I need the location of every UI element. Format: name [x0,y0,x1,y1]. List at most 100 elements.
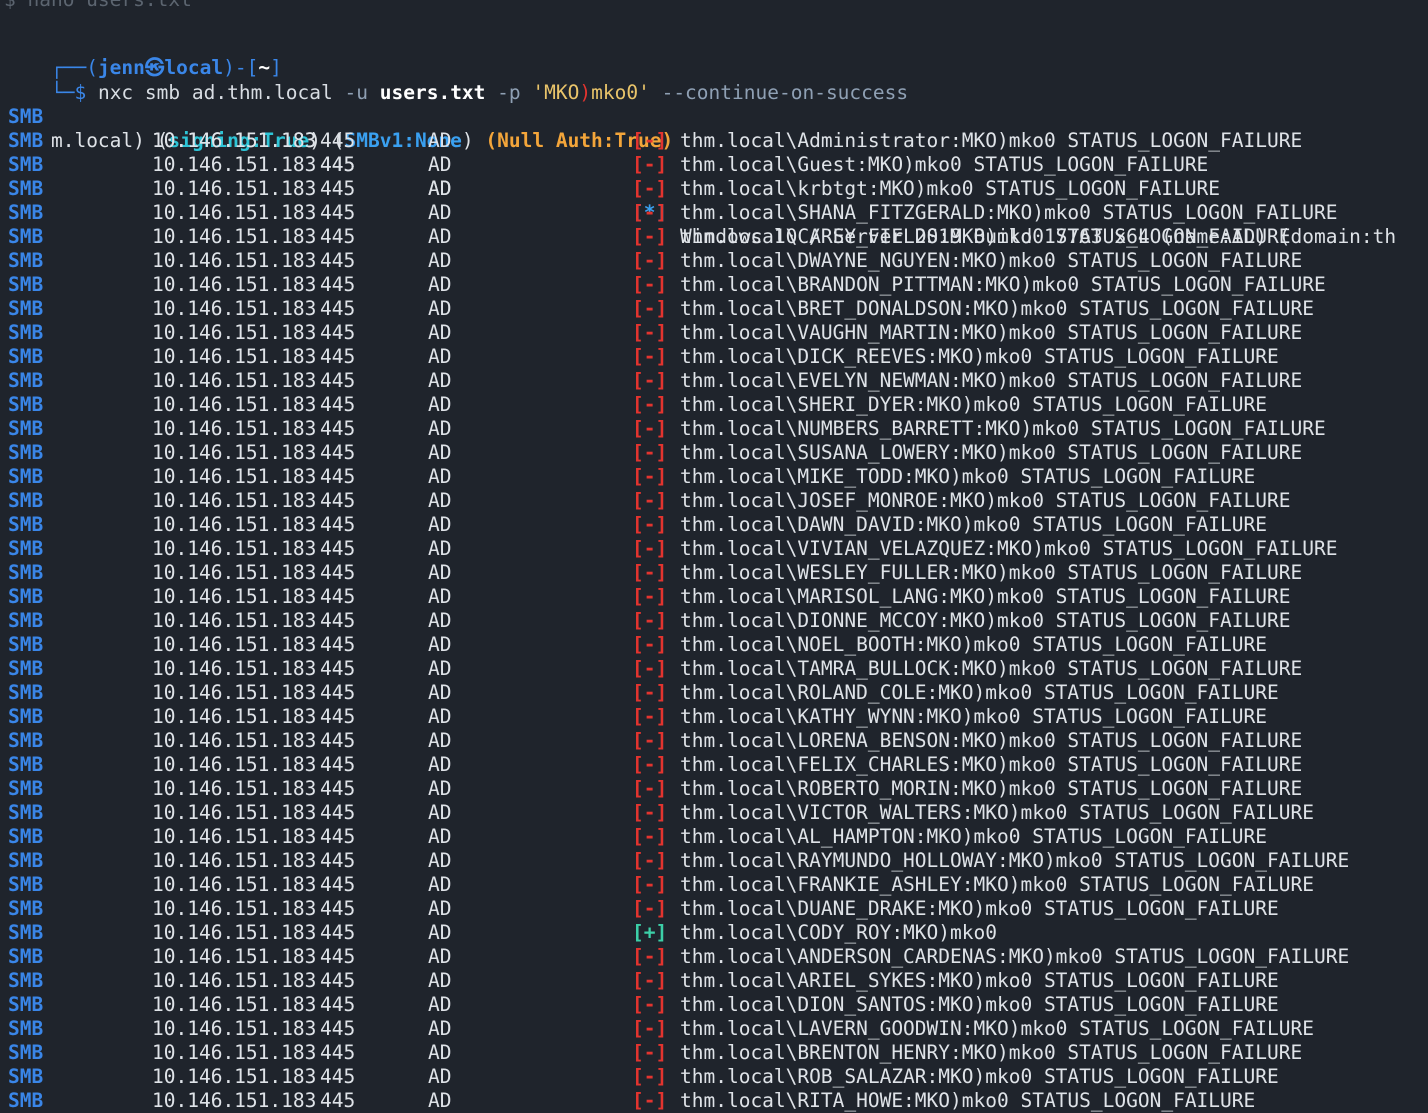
row-ip: 10.146.151.183 [152,729,317,752]
row-message: thm.local\SHANA_FITZGERALD:MKO)mko0 STAT… [680,201,1338,224]
row-message: thm.local\NOEL_BOOTH:MKO)mko0 STATUS_LOG… [680,633,1267,656]
row-protocol: SMB [8,1017,44,1040]
row-message: thm.local\FELIX_CHARLES:MKO)mko0 STATUS_… [680,753,1303,776]
failure-status-marker: [-] [632,585,668,608]
row-host: AD [428,129,452,152]
result-row: SMB 10.146.151.183 445 AD [-] thm.local\KATHY… [4,705,1428,729]
result-row: SMB 10.146.151.183 445 AD [-] thm.local\DICK_… [4,345,1428,369]
result-row: SMB 10.146.151.183 445 AD [-] thm.local\LAVER… [4,1017,1428,1041]
result-row: SMB 10.146.151.183 445 AD [-] thm.local\MIKE_… [4,465,1428,489]
result-row: SMB 10.146.151.183 445 AD [-] thm.local\RAYMU… [4,849,1428,873]
row-port: 445 [320,657,356,680]
row-ip: 10.146.151.183 [152,1065,317,1088]
row-port: 445 [320,585,356,608]
row-host: AD [428,345,452,368]
row-port: 445 [320,849,356,872]
row-host: AD [428,1017,452,1040]
row-ip: 10.146.151.183 [152,153,317,176]
row-host: AD [428,681,452,704]
failure-status-marker: [-] [632,825,668,848]
row-protocol: SMB [8,705,44,728]
row-port: 445 [320,1065,356,1088]
row-message: thm.local\DICK_REEVES:MKO)mko0 STATUS_LO… [680,345,1279,368]
row-ip: 10.146.151.183 [152,873,317,896]
result-row: SMB 10.146.151.183 445 AD [-] thm.local\JOSEF… [4,489,1428,513]
row-port: 445 [320,825,356,848]
row-host: AD [428,153,452,176]
row-port: 445 [320,1041,356,1064]
row-host: AD [428,537,452,560]
row-port: 445 [320,369,356,392]
result-row: SMB 10.146.151.183 445 AD [-] thm.local\EVELY… [4,369,1428,393]
failure-status-marker: [-] [632,1017,668,1040]
row-message: thm.local\VAUGHN_MARTIN:MKO)mko0 STATUS_… [680,321,1303,344]
command-line[interactable]: └─$ nxc smb ad.thm.local -u users.txt -p… [4,57,908,104]
result-row: SMB 10.146.151.183 445 AD [-] thm.local\DION_… [4,993,1428,1017]
row-port: 445 [320,705,356,728]
failure-status-marker: [-] [632,177,668,200]
terminal-window[interactable]: $ nano users.txt ┌──(jenn㉿local)-[~] └─$… [0,0,1428,1112]
row-protocol: SMB [8,129,44,152]
row-message: thm.local\ANDERSON_CARDENAS:MKO)mko0 STA… [680,945,1350,968]
failure-status-marker: [-] [632,657,668,680]
row-protocol: SMB [8,1065,44,1088]
row-port: 445 [320,777,356,800]
result-row: SMB 10.146.151.183 445 AD [-] thm.local\BRENT… [4,1041,1428,1065]
prompt-line: ┌──(jenn㉿local)-[~] [4,32,282,79]
row-ip: 10.146.151.183 [152,1041,317,1064]
row-host: AD [428,489,452,512]
success-status-marker: [+] [632,921,668,944]
info-line-wrap: m.local) (signing:True) (SMBv1:None) (Nu… [4,105,673,152]
row-host: AD [428,729,452,752]
row-ip: 10.146.151.183 [152,225,317,248]
row-message: thm.local\SUSANA_LOWERY:MKO)mko0 STATUS_… [680,441,1303,464]
row-message: thm.local\AL_HAMPTON:MKO)mko0 STATUS_LOG… [680,825,1267,848]
result-row: SMB 10.146.151.183 445 AD [-] thm.local\SHANA… [4,201,1428,225]
row-port: 445 [320,681,356,704]
row-protocol: SMB [8,873,44,896]
row-host: AD [428,849,452,872]
row-protocol: SMB [8,1041,44,1064]
row-host: AD [428,777,452,800]
result-row: SMB 10.146.151.183 445 AD [-] thm.local\TAMRA… [4,657,1428,681]
failure-status-marker: [-] [632,369,668,392]
result-row: SMB 10.146.151.183 445 AD [-] thm.local\CAREY… [4,225,1428,249]
result-row: SMB 10.146.151.183 445 AD [-] thm.local\DIONN… [4,609,1428,633]
row-protocol: SMB [8,177,44,200]
row-ip: 10.146.151.183 [152,537,317,560]
row-protocol: SMB [8,537,44,560]
row-ip: 10.146.151.183 [152,849,317,872]
row-port: 445 [320,945,356,968]
row-message: thm.local\LAVERN_GOODWIN:MKO)mko0 STATUS… [680,1017,1314,1040]
row-protocol: SMB [8,201,44,224]
failure-status-marker: [-] [632,705,668,728]
row-host: AD [428,801,452,824]
row-message: thm.local\MARISOL_LANG:MKO)mko0 STATUS_L… [680,585,1291,608]
result-row: SMB 10.146.151.183 445 AD [-] thm.local\MARIS… [4,585,1428,609]
row-ip: 10.146.151.183 [152,633,317,656]
row-host: AD [428,225,452,248]
row-protocol: SMB [8,417,44,440]
row-host: AD [428,633,452,656]
row-message: thm.local\WESLEY_FULLER:MKO)mko0 STATUS_… [680,561,1303,584]
row-port: 445 [320,177,356,200]
row-protocol: SMB [8,609,44,632]
row-port: 445 [320,873,356,896]
row-ip: 10.146.151.183 [152,465,317,488]
row-host: AD [428,969,452,992]
row-protocol: SMB [8,921,44,944]
row-protocol: SMB [8,729,44,752]
failure-status-marker: [-] [632,993,668,1016]
row-host: AD [428,273,452,296]
row-ip: 10.146.151.183 [152,417,317,440]
failure-status-marker: [-] [632,441,668,464]
row-message: thm.local\DWAYNE_NGUYEN:MKO)mko0 STATUS_… [680,249,1303,272]
row-message: thm.local\JOSEF_MONROE:MKO)mko0 STATUS_L… [680,489,1291,512]
row-host: AD [428,321,452,344]
result-row: SMB 10.146.151.183 445 AD [-] thm.local\VAUGH… [4,321,1428,345]
row-message: thm.local\CODY_ROY:MKO)mko0 [680,921,997,944]
row-message: thm.local\LORENA_BENSON:MKO)mko0 STATUS_… [680,729,1303,752]
row-port: 445 [320,465,356,488]
row-message: thm.local\VIVIAN_VELAZQUEZ:MKO)mko0 STAT… [680,537,1338,560]
failure-status-marker: [-] [632,681,668,704]
